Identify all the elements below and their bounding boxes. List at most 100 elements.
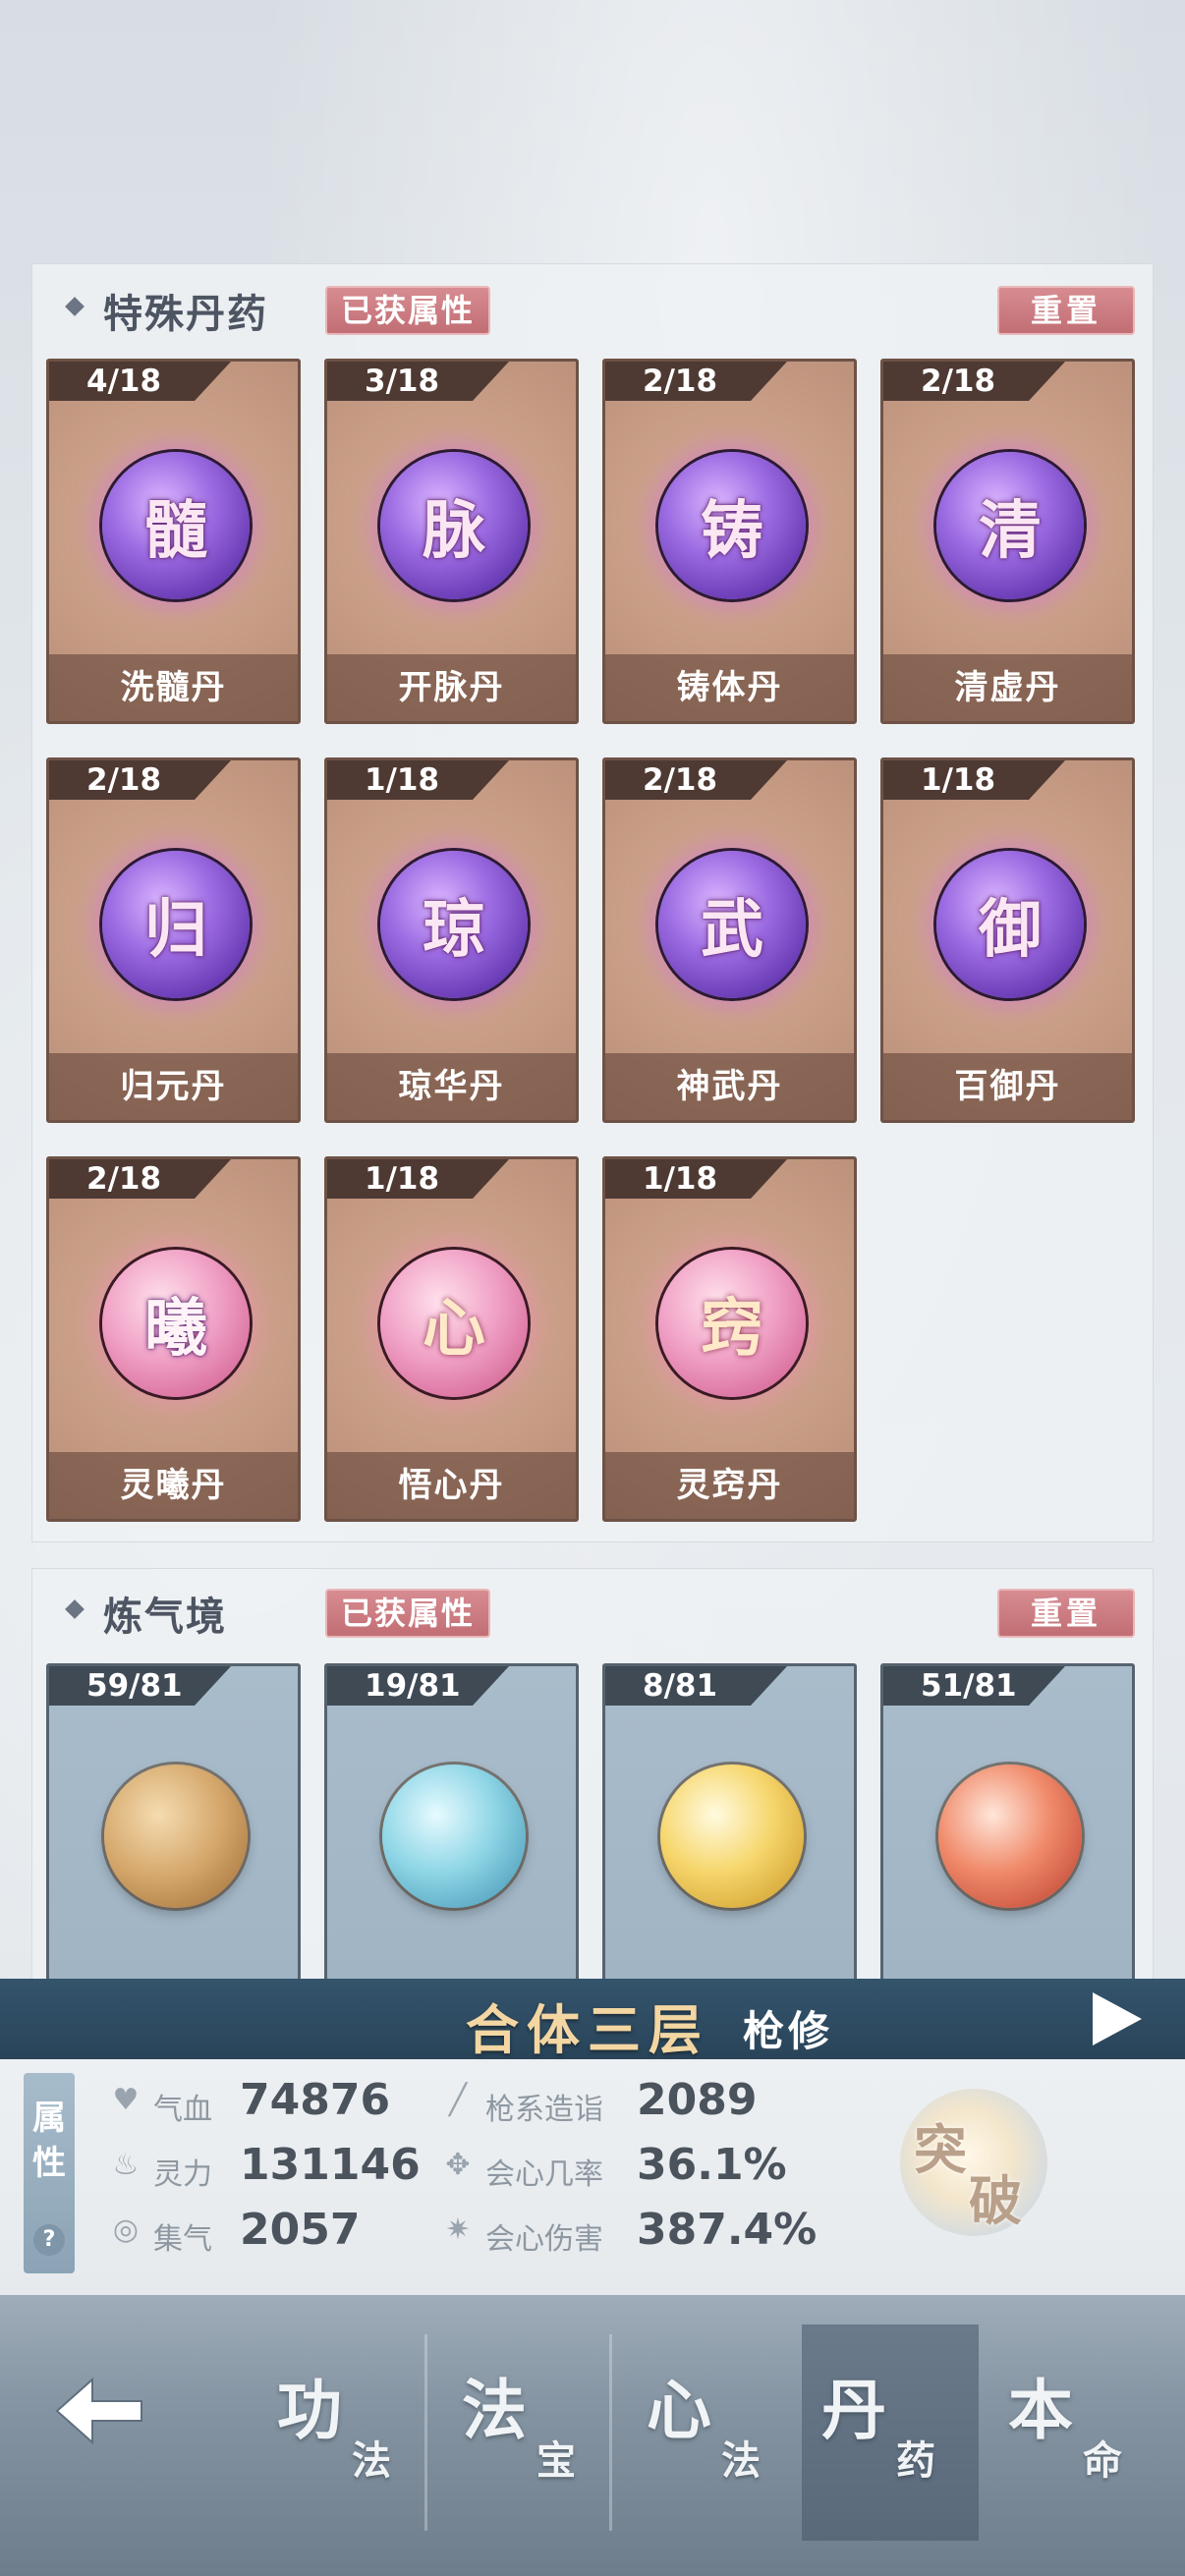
pill-orb-icon: 曦 [102,1250,250,1397]
pill-orb-icon: 铸 [658,452,806,599]
nav-tab-sublabel: 法 [721,2437,761,2484]
pill-count: 59/81 [49,1666,231,1706]
pill-card[interactable]: 2/18 清 清虚丹 [880,359,1135,724]
breakthrough-button[interactable]: 突 破 [900,2089,1047,2236]
heart-icon: ♥ [112,2083,140,2117]
stat-value: 2089 [637,2075,758,2125]
pill-name: 灵窍丹 [605,1452,854,1519]
pill-card[interactable]: 1/18 御 百御丹 [880,757,1135,1123]
pill-card[interactable]: 2/18 归 归元丹 [46,757,301,1123]
pill-count: 1/18 [605,1159,787,1199]
back-arrow-icon[interactable] [49,2372,147,2450]
pill-name: 铸体丹 [605,654,854,721]
gold-thorn-pill-icon [104,1764,248,1908]
pill-card[interactable]: 1/18 心 悟心丹 [324,1156,579,1522]
pill-count: 2/18 [605,362,787,401]
pill-name: 百御丹 [883,1053,1132,1120]
nav-tab-gongfa[interactable]: 功 法 [257,2324,434,2541]
stat-label: 会心伤害 [485,2222,603,2257]
pill-orb-icon: 脉 [380,452,528,599]
pill-name: 悟心丹 [327,1452,576,1519]
pill-count: 2/18 [49,1159,231,1199]
nav-tab-label: 本 [1008,2372,1073,2448]
play-icon[interactable] [1093,1992,1142,2045]
pill-count: 3/18 [327,362,509,401]
realm-banner: 合体三层 枪修 [0,1979,1185,2061]
pill-orb-icon: 清 [936,452,1084,599]
obtained-attributes-button[interactable]: 已获属性 [325,286,491,335]
reset-button[interactable]: 重置 [997,1589,1135,1638]
pill-card[interactable]: 1/18 窍 灵窍丹 [602,1156,857,1522]
pill-card[interactable]: 2/18 武 神武丹 [602,757,857,1123]
pill-count: 1/18 [327,760,509,800]
cyan-cloud-pill-icon [382,1764,526,1908]
pill-name: 神武丹 [605,1053,854,1120]
stat-value: 2057 [240,2205,361,2255]
realm-level: 合体三层 [466,1998,709,2061]
breakthrough-label: 突 [914,2118,967,2181]
section-diamond-icon [65,297,85,316]
obtained-attributes-button[interactable]: 已获属性 [325,1589,491,1638]
pill-count: 51/81 [883,1666,1065,1706]
pill-name: 琼华丹 [327,1053,576,1120]
realm-pill-card[interactable]: 51/81 [880,1663,1135,2029]
pill-count: 1/18 [883,760,1065,800]
stat-label: 集气 [153,2222,212,2257]
nav-tab-xinfa[interactable]: 心 法 [627,2324,804,2541]
nav-divider [609,2334,612,2531]
pill-count: 2/18 [883,362,1065,401]
realm-pill-card[interactable]: 8/81 [602,1663,857,2029]
stat-value: 387.4% [637,2205,818,2255]
pill-card[interactable]: 2/18 铸 铸体丹 [602,359,857,724]
pill-name: 归元丹 [49,1053,298,1120]
pill-name: 灵曦丹 [49,1452,298,1519]
crit-rate-icon: ✥ [445,2148,471,2182]
reset-button[interactable]: 重置 [997,286,1135,335]
pill-orb-icon: 武 [658,851,806,998]
stat-label: 气血 [153,2093,212,2127]
pill-count: 2/18 [605,760,787,800]
nav-tab-sublabel: 宝 [536,2437,576,2484]
pill-orb-icon: 御 [936,851,1084,998]
qi-refining-title: 炼气境 [103,1594,227,1640]
red-pill-icon [938,1764,1082,1908]
nav-tab-danyao[interactable]: 丹 药 [802,2324,979,2541]
pill-card[interactable]: 3/18 脉 开脉丹 [324,359,579,724]
help-icon[interactable]: ? [33,2224,65,2256]
nav-tab-label: 法 [462,2372,527,2448]
crit-damage-icon: ✷ [445,2212,471,2247]
stat-label: 枪系造诣 [485,2093,603,2127]
pill-count: 19/81 [327,1666,509,1706]
pill-orb-icon: 窍 [658,1250,806,1397]
special-pills-title: 特殊丹药 [103,291,268,337]
nav-tab-sublabel: 法 [352,2437,391,2484]
breakthrough-label: 破 [969,2169,1022,2232]
qi-refining-panel: 炼气境 已获属性 重置 59/81 19/81 8/81 51/81 [31,1568,1154,2029]
pill-card[interactable]: 1/18 琼 琼华丹 [324,757,579,1123]
nav-tab-label: 丹 [821,2372,886,2448]
pill-orb-icon: 归 [102,851,250,998]
special-pills-panel: 特殊丹药 已获属性 重置 4/18 髓 洗髓丹 3/18 脉 开脉丹 2/18 … [31,263,1154,1542]
nav-tab-benming[interactable]: 本 命 [988,2324,1165,2541]
realm-pill-card[interactable]: 59/81 [46,1663,301,2029]
pill-card[interactable]: 4/18 髓 洗髓丹 [46,359,301,724]
nav-tab-sublabel: 命 [1083,2437,1122,2484]
nav-tab-fabao[interactable]: 法 宝 [442,2324,619,2541]
stat-value: 131146 [240,2140,421,2190]
pill-name: 洗髓丹 [49,654,298,721]
realm-pill-card[interactable]: 19/81 [324,1663,579,2029]
stat-value: 74876 [240,2075,391,2125]
swirl-icon: ◎ [112,2212,140,2247]
pill-count: 1/18 [327,1159,509,1199]
nav-tab-label: 心 [647,2372,711,2448]
attributes-tab-label: 属 [32,2099,66,2138]
attributes-tab[interactable]: 属 性 ? [24,2073,75,2273]
attributes-tab-label: 性 [32,2144,66,2183]
cultivation-class: 枪修 [743,2007,834,2055]
pill-name: 清虚丹 [883,654,1132,721]
pill-count: 2/18 [49,760,231,800]
section-diamond-icon [65,1599,85,1619]
stat-label: 会心几率 [485,2157,603,2192]
pill-orb-icon: 琼 [380,851,528,998]
pill-card[interactable]: 2/18 曦 灵曦丹 [46,1156,301,1522]
